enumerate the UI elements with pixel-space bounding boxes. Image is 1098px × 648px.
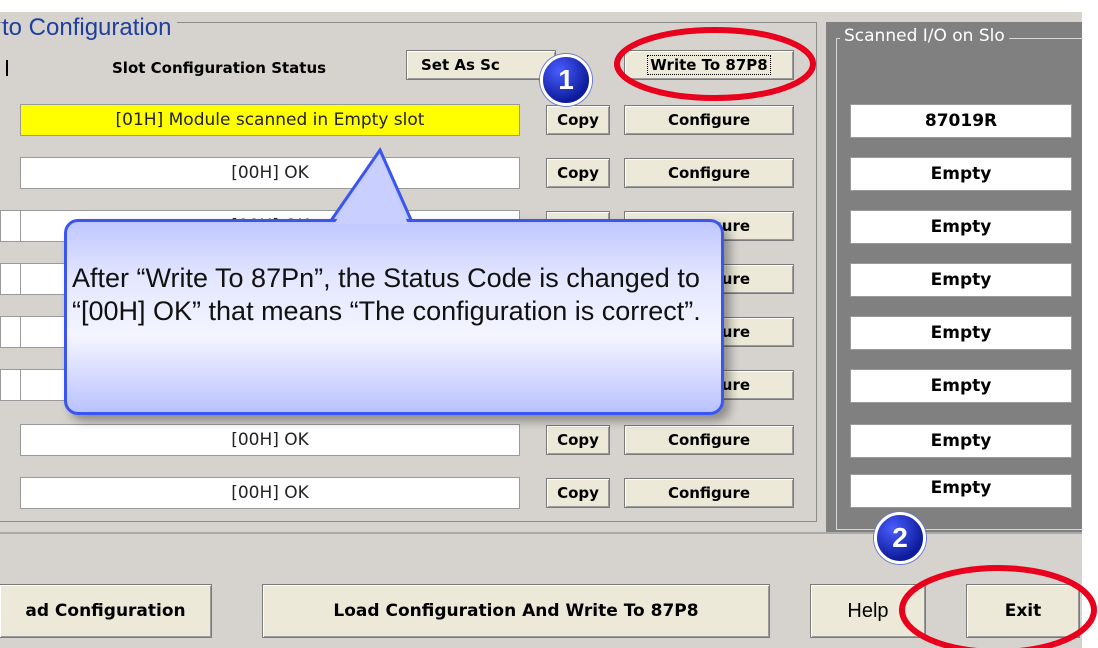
highlight-write-button [614,27,816,101]
highlight-layer [614,27,1097,648]
highlight-exit-button [899,565,1097,648]
